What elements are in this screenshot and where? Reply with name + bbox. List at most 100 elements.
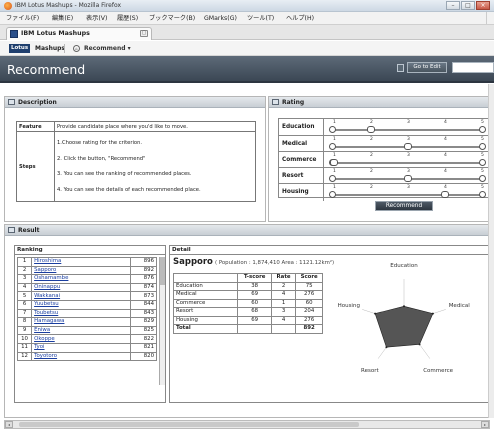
- rating-slider-knob[interactable]: [330, 159, 338, 166]
- place-score: 820: [129, 351, 158, 362]
- rating-scale-label: 4: [444, 169, 447, 174]
- rating-sliders: Education 1 2 3 4 5 Medical 1 2 3 4 5 Commerce 1 2 3 4 5 R…: [278, 118, 491, 201]
- rating-slider-track[interactable]: [334, 194, 482, 196]
- place-link[interactable]: Toubetsu: [31, 308, 131, 319]
- scroll-right-arrow[interactable]: ▸: [481, 421, 489, 428]
- detail-total-row: Total 892: [172, 324, 323, 334]
- page-horizontal-scrollbar[interactable]: ◂ ▸: [4, 420, 490, 429]
- city-info: ( Population : 1,874,410 Area : 1121.12k…: [215, 260, 335, 266]
- rank-number: 4: [16, 282, 33, 293]
- place-link[interactable]: Wakkanai: [31, 291, 131, 301]
- rating-scale-label: 2: [370, 169, 373, 174]
- maximize-button[interactable]: □: [461, 1, 475, 10]
- detail-criterion: Resort: [172, 307, 239, 317]
- detail-score: 204: [295, 307, 323, 317]
- ranking-row[interactable]: 12 Toyotoro 820: [16, 351, 158, 362]
- page-header: Recommend Go to Edit: [0, 56, 494, 83]
- ranking-row[interactable]: 2 Sapporo 892: [16, 265, 158, 276]
- ranking-row[interactable]: 4 Oninappu 874: [16, 282, 158, 293]
- place-link[interactable]: Hamagawa: [31, 317, 131, 327]
- home-icon[interactable]: ⌂: [73, 45, 80, 52]
- favicon-icon: [10, 30, 18, 38]
- detail-rate: 1: [270, 298, 297, 308]
- detail-rate: 4: [270, 315, 297, 325]
- place-link[interactable]: Hiroshima: [31, 257, 131, 267]
- ranking-row[interactable]: 5 Wakkanai 873: [16, 291, 158, 301]
- ranking-row[interactable]: 3 Oshamambe 876: [16, 274, 158, 284]
- rating-row: Resort 1 2 3 4 5: [279, 167, 491, 185]
- close-window-button[interactable]: ×: [476, 1, 490, 10]
- ranking-box: Ranking 1 Hiroshima 896 2 Sapporo 892 3 Oshamam…: [14, 245, 166, 403]
- rating-scale-label: 3: [407, 120, 410, 125]
- rating-slider-knob[interactable]: [404, 175, 412, 182]
- rating-slider-end: [329, 126, 336, 133]
- search-input[interactable]: [452, 62, 494, 73]
- go-to-edit-button[interactable]: Go to Edit: [407, 62, 447, 73]
- ranking-row[interactable]: 11 Tyoi 821: [16, 342, 158, 353]
- ranking-scrollbar[interactable]: [159, 257, 165, 385]
- rating-scale-label: 5: [481, 137, 484, 142]
- detail-table: T-score Rate Score Education 38 2 75 Medical…: [172, 273, 323, 334]
- rank-number: 2: [16, 265, 33, 276]
- step-2: 2. Click the button, "Recommend": [57, 155, 146, 162]
- radar-axis-label: Medical: [449, 303, 471, 309]
- step-3: 3. You can see the ranking of recommende…: [57, 171, 192, 177]
- menu-history[interactable]: 履歴(S): [117, 12, 138, 25]
- panel-icon: [272, 99, 279, 105]
- detail-row: Resort 68 3 204: [172, 307, 323, 317]
- place-link[interactable]: Yuubetsu: [31, 299, 131, 310]
- place-link[interactable]: Toyotoro: [31, 351, 131, 362]
- rating-slider-track[interactable]: [334, 162, 482, 164]
- rating-slider-knob[interactable]: [367, 126, 375, 133]
- menu-tools[interactable]: ツール(T): [247, 12, 274, 25]
- menu-edit[interactable]: 編集(E): [52, 12, 73, 25]
- rating-row: Housing 1 2 3 4 5: [279, 183, 491, 201]
- place-link[interactable]: Okoppe: [31, 334, 131, 344]
- page-title: Recommend: [7, 62, 86, 77]
- ranking-row[interactable]: 10 Okoppe 822: [16, 334, 158, 344]
- radar-axis-label: Education: [390, 263, 418, 269]
- place-link[interactable]: Eniwa: [31, 325, 131, 336]
- menu-file[interactable]: ファイル(F): [6, 12, 39, 25]
- ranking-scroll-thumb[interactable]: [160, 257, 165, 285]
- browser-tab[interactable]: IBM Lotus Mashups ▢: [6, 27, 152, 40]
- place-link[interactable]: Oninappu: [31, 282, 131, 293]
- scroll-left-arrow[interactable]: ◂: [5, 421, 13, 428]
- page-selector[interactable]: Recommend ▾: [84, 41, 131, 56]
- recommend-button[interactable]: Recommend: [375, 201, 433, 211]
- place-link[interactable]: Sapporo: [31, 265, 131, 276]
- ranking-row[interactable]: 6 Yuubetsu 844: [16, 299, 158, 310]
- result-panel: Result Ranking 1 Hiroshima 896 2 Sapporo 892 3…: [4, 224, 491, 418]
- panel-icon: [8, 227, 15, 233]
- place-link[interactable]: Tyoi: [31, 342, 131, 353]
- rating-slider-knob[interactable]: [441, 191, 449, 198]
- rating-slider-end: [479, 126, 486, 133]
- rating-slider-track[interactable]: [334, 129, 482, 131]
- tab-close-icon[interactable]: ▢: [140, 30, 148, 37]
- detail-header: Detail: [170, 246, 490, 255]
- scroll-thumb[interactable]: [19, 422, 359, 427]
- rating-slider-knob[interactable]: [404, 143, 412, 150]
- place-score: 876: [129, 274, 158, 284]
- place-score: 892: [129, 265, 158, 276]
- rating-slider-end: [479, 191, 486, 198]
- menu-gmarks[interactable]: GMarks(G): [204, 12, 237, 25]
- ranking-row[interactable]: 8 Hamagawa 829: [16, 317, 158, 327]
- menu-view[interactable]: 表示(V): [86, 12, 107, 25]
- menu-help[interactable]: ヘルプ(H): [286, 12, 314, 25]
- place-link[interactable]: Oshamambe: [31, 274, 131, 284]
- rank-number: 8: [16, 317, 33, 327]
- ranking-row[interactable]: 9 Eniwa 825: [16, 325, 158, 336]
- rating-slider-end: [329, 191, 336, 198]
- radar-axis-label: Commerce: [423, 368, 453, 374]
- ranking-row[interactable]: 7 Toubetsu 843: [16, 308, 158, 319]
- result-panel-header: Result: [5, 225, 489, 236]
- menu-bookmarks[interactable]: ブックマーク(B): [149, 12, 195, 25]
- radar-axis-label: Resort: [361, 368, 379, 374]
- feature-label: Feature: [16, 121, 55, 132]
- app-name[interactable]: Mashups: [35, 41, 65, 56]
- page-vertical-scrollbar[interactable]: [488, 84, 494, 418]
- minimize-button[interactable]: –: [446, 1, 460, 10]
- ranking-row[interactable]: 1 Hiroshima 896: [16, 257, 158, 267]
- radar-chart: Education Medical Commerce Resort Housing: [338, 263, 471, 374]
